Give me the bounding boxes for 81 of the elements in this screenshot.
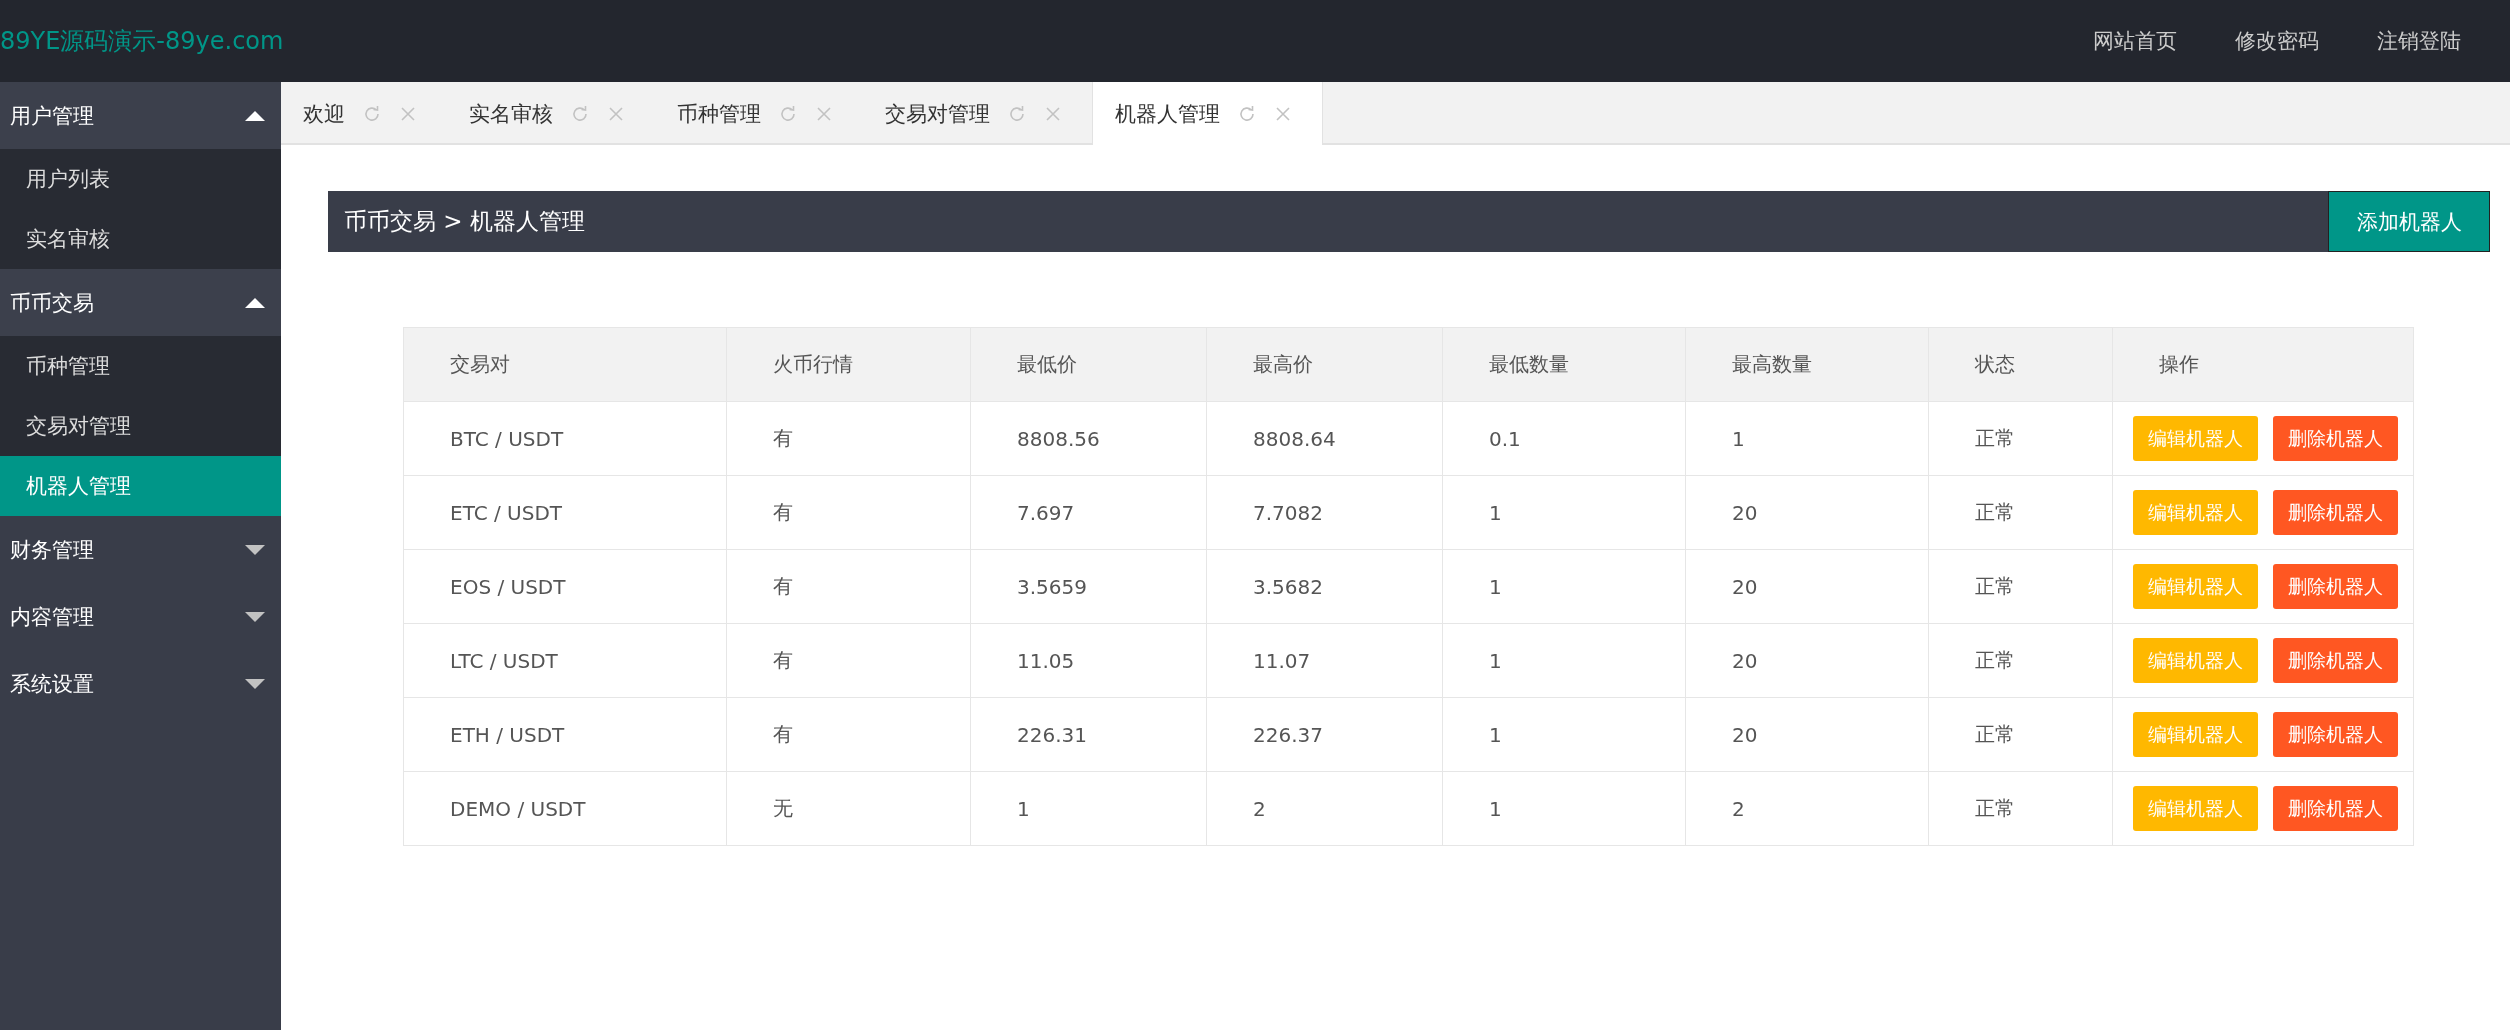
table-cell: EOS / USDT — [403, 549, 727, 624]
column-header: 操作 — [2112, 327, 2414, 402]
table-cell: 2 — [1685, 771, 1929, 846]
caret-down-icon — [245, 611, 265, 622]
refresh-icon — [1238, 104, 1256, 123]
column-header: 最低价 — [970, 327, 1207, 402]
sidebar-item[interactable]: 机器人管理 — [0, 456, 281, 516]
table-cell: 1 — [1442, 697, 1686, 772]
tab[interactable]: 机器人管理 — [1092, 82, 1323, 145]
close-icon — [1274, 104, 1292, 123]
column-header: 最低数量 — [1442, 327, 1686, 402]
table-cell: 正常 — [1928, 401, 2113, 476]
table-cell: BTC / USDT — [403, 401, 727, 476]
sidebar-item[interactable]: 交易对管理 — [0, 396, 281, 456]
column-header: 最高价 — [1206, 327, 1443, 402]
table-cell: 8808.64 — [1206, 401, 1443, 476]
table-cell: 1 — [1442, 475, 1686, 550]
table-cell: 有 — [726, 475, 971, 550]
close-icon — [1044, 104, 1062, 123]
table-cell: 正常 — [1928, 549, 2113, 624]
table-cell: LTC / USDT — [403, 623, 727, 698]
add-robot-button[interactable]: 添加机器人 — [2328, 191, 2490, 252]
table-cell: 有 — [726, 549, 971, 624]
caret-down-icon — [245, 544, 265, 555]
close-icon — [607, 104, 625, 123]
sidebar-item[interactable]: 实名审核 — [0, 209, 281, 269]
column-header: 状态 — [1928, 327, 2113, 402]
table-cell: 正常 — [1928, 771, 2113, 846]
breadcrumb: 币币交易 > 机器人管理 — [343, 207, 585, 236]
table-cell: 2 — [1206, 771, 1443, 846]
sidebar-item[interactable]: 币种管理 — [0, 336, 281, 396]
table-cell: 3.5682 — [1206, 549, 1443, 624]
table-cell: 226.31 — [970, 697, 1207, 772]
tab[interactable]: 币种管理 — [655, 82, 863, 145]
caret-down-icon — [245, 678, 265, 689]
caret-up-icon — [245, 110, 265, 121]
table-cell: 20 — [1685, 475, 1929, 550]
table-cell: 0.1 — [1442, 401, 1686, 476]
table-cell: 1 — [1685, 401, 1929, 476]
header-link[interactable]: 网站首页 — [2064, 27, 2206, 55]
table-cell: 3.5659 — [970, 549, 1207, 624]
table-cell: DEMO / USDT — [403, 771, 727, 846]
table-cell: 11.07 — [1206, 623, 1443, 698]
table-cell: 7.7082 — [1206, 475, 1443, 550]
table-cell: 20 — [1685, 549, 1929, 624]
table-cell: ETH / USDT — [403, 697, 727, 772]
refresh-icon — [1008, 104, 1026, 123]
table-cell: 20 — [1685, 623, 1929, 698]
close-icon — [399, 104, 417, 123]
site-logo: 89YE源码演示-89ye.com — [0, 26, 284, 57]
table-cell: 有 — [726, 697, 971, 772]
column-header: 交易对 — [403, 327, 727, 402]
table-cell: 正常 — [1928, 623, 2113, 698]
table-cell: 226.37 — [1206, 697, 1443, 772]
table-cell: 1 — [1442, 549, 1686, 624]
table-cell: 20 — [1685, 697, 1929, 772]
column-header: 最高数量 — [1685, 327, 1929, 402]
table-cell: 1 — [1442, 623, 1686, 698]
caret-up-icon — [245, 297, 265, 308]
table-cell: 1 — [1442, 771, 1686, 846]
table-cell: 7.697 — [970, 475, 1207, 550]
tab[interactable]: 交易对管理 — [863, 82, 1092, 145]
table-cell: 有 — [726, 401, 971, 476]
table-cell: 无 — [726, 771, 971, 846]
header-link[interactable]: 修改密码 — [2206, 27, 2348, 55]
table-cell: 11.05 — [970, 623, 1207, 698]
refresh-icon — [571, 104, 589, 123]
refresh-icon — [363, 104, 381, 123]
table-cell: 有 — [726, 623, 971, 698]
close-icon — [815, 104, 833, 123]
refresh-icon — [779, 104, 797, 123]
table-cell: 8808.56 — [970, 401, 1207, 476]
sidebar-item[interactable]: 用户列表 — [0, 149, 281, 209]
table-cell: 正常 — [1928, 475, 2113, 550]
table-cell: 1 — [970, 771, 1207, 846]
column-header: 火币行情 — [726, 327, 971, 402]
table-cell: ETC / USDT — [403, 475, 727, 550]
tab[interactable]: 欢迎 — [281, 82, 447, 145]
table-cell: 正常 — [1928, 697, 2113, 772]
header-link[interactable]: 注销登陆 — [2348, 27, 2490, 55]
tab[interactable]: 实名审核 — [447, 82, 655, 145]
